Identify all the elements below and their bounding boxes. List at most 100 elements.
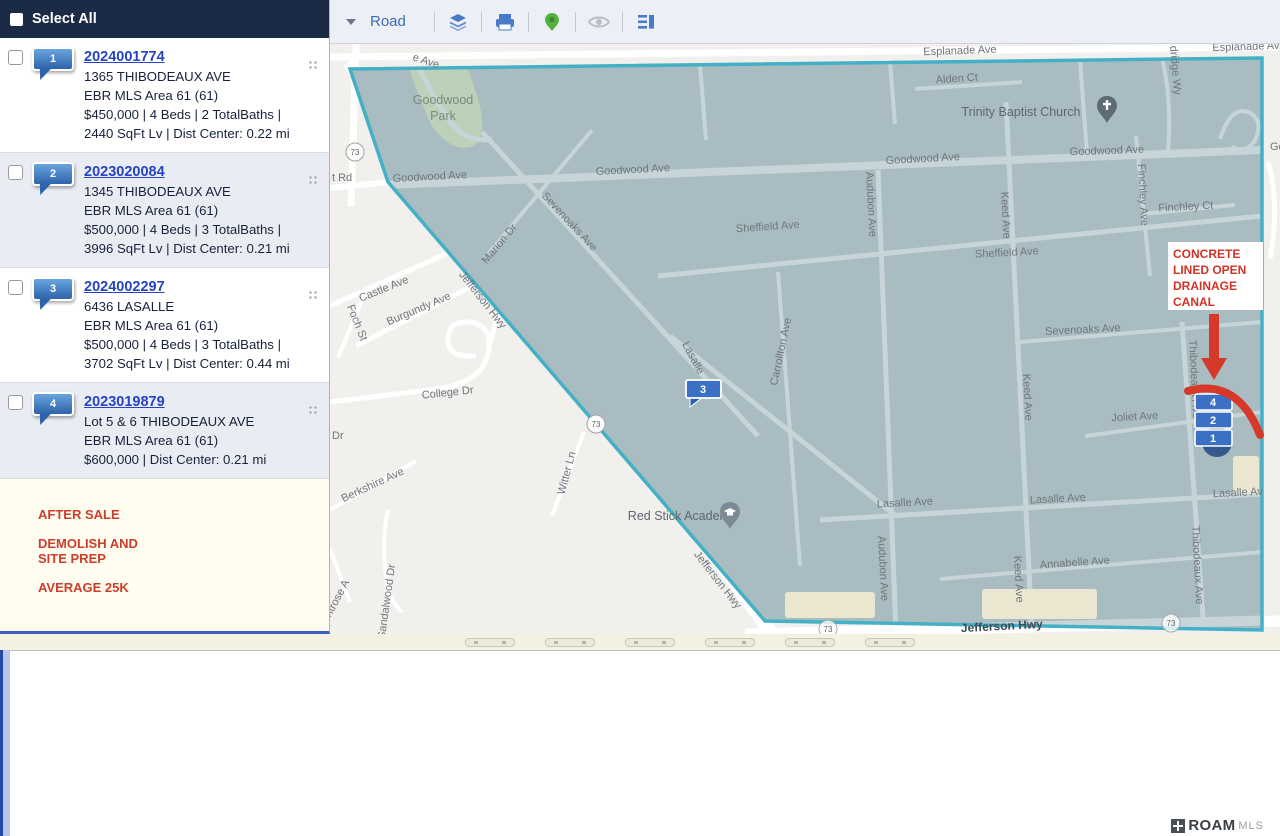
marker-number: 2 [50, 168, 56, 180]
listing-2-marker-icon: 2 [32, 162, 74, 186]
svg-text:Witter Ln: Witter Ln [556, 450, 579, 496]
listing-2-address: 1345 THIBODEAUX AVE [84, 182, 302, 201]
svg-text:73: 73 [824, 625, 833, 634]
legend-button[interactable] [633, 10, 659, 34]
listing-1-marker-icon: 1 [32, 47, 74, 71]
drag-handle-icon[interactable] [308, 175, 319, 186]
svg-text:CONCRETE: CONCRETE [1173, 247, 1240, 261]
svg-text:73: 73 [1167, 619, 1176, 628]
listing-1-mls-link[interactable]: 2024001774 [84, 49, 165, 65]
select-all-label: Select All [32, 11, 97, 27]
svg-text:Keed Ave: Keed Ave [1020, 374, 1034, 421]
svg-text:1: 1 [1210, 433, 1216, 445]
marker-number: 1 [50, 53, 56, 65]
svg-text:Berkshire Ave: Berkshire Ave [340, 466, 406, 505]
listing-4-checkbox[interactable] [8, 395, 23, 410]
scroll-handle[interactable] [545, 638, 595, 647]
svg-text:Goo: Goo [1270, 141, 1280, 153]
svg-text:Keed Ave: Keed Ave [1011, 556, 1025, 603]
svg-text:Goodwood: Goodwood [413, 93, 474, 107]
map-pin-icon [542, 11, 562, 33]
listing-2-price: $500,000 | 4 Beds | 3 TotalBaths | [84, 220, 302, 239]
svg-text:2: 2 [1210, 415, 1216, 427]
scroll-handle[interactable] [865, 638, 915, 647]
toolbar-divider [575, 12, 576, 32]
listing-4-address: Lot 5 & 6 THIBODEAUX AVE [84, 412, 302, 431]
listing-3-checkbox[interactable] [8, 280, 23, 295]
listing-2-mls-link[interactable]: 2023020084 [84, 164, 165, 180]
note-average: AVERAGE 25K [38, 580, 160, 595]
note-after-sale: AFTER SALE [38, 507, 160, 522]
table-edge-strip [0, 650, 10, 836]
visibility-button[interactable] [586, 10, 612, 34]
note-demolish: DEMOLISH AND SITE PREP [38, 536, 160, 566]
select-all-checkbox[interactable] [10, 13, 23, 26]
sidebar-annotations: AFTER SALE DEMOLISH AND SITE PREP AVERAG… [0, 479, 329, 595]
toolbar-divider [481, 12, 482, 32]
listing-1-checkbox[interactable] [8, 50, 23, 65]
listing-item-3[interactable]: 3 2024002297 6436 LASALLE EBR MLS Area 6… [0, 268, 329, 383]
svg-text:Castle Ave: Castle Ave [357, 274, 410, 305]
select-all-bar: Select All [0, 0, 329, 38]
listing-1-price: $450,000 | 4 Beds | 2 TotalBaths | [84, 105, 302, 124]
listing-3-price: $500,000 | 4 Beds | 3 TotalBaths | [84, 335, 302, 354]
marker-number: 4 [50, 398, 56, 410]
scroll-handle[interactable] [785, 638, 835, 647]
listing-3-address: 6436 LASALLE [84, 297, 302, 316]
eye-icon [587, 11, 611, 33]
scroll-handle[interactable] [625, 638, 675, 647]
svg-text:3: 3 [700, 384, 706, 396]
toolbar-divider [528, 12, 529, 32]
listing-2-checkbox[interactable] [8, 165, 23, 180]
listing-3-area: EBR MLS Area 61 (61) [84, 316, 302, 335]
printer-icon [494, 11, 516, 33]
brand-suffix: MLS [1238, 820, 1264, 832]
results-table-panel: ? Status Subdiv Pics MLS# Address Area C… [0, 650, 1280, 836]
column-resize-strip [0, 634, 1280, 650]
scroll-handle[interactable] [705, 638, 755, 647]
svg-text:Esplanade Av: Esplanade Av [1212, 44, 1280, 54]
print-button[interactable] [492, 10, 518, 34]
listing-4-area: EBR MLS Area 61 (61) [84, 431, 302, 450]
listing-4-mls-link[interactable]: 2023019879 [84, 394, 165, 410]
map-style-label[interactable]: Road [370, 13, 406, 30]
svg-text:Joliet Ave: Joliet Ave [1111, 410, 1158, 424]
scroll-handle[interactable] [465, 638, 515, 647]
svg-text:t Rd: t Rd [332, 172, 352, 184]
drag-handle-icon[interactable] [308, 60, 319, 71]
listing-3-sqft: 3702 SqFt Lv | Dist Center: 0.44 mi [84, 354, 302, 373]
layers-button[interactable] [445, 10, 471, 34]
listing-item-1[interactable]: 1 2024001774 1365 THIBODEAUX AVE EBR MLS… [0, 38, 329, 153]
listing-item-4[interactable]: 4 2023019879 Lot 5 & 6 THIBODEAUX AVE EB… [0, 383, 329, 479]
listings-panel: Select All 1 2024001774 1365 THIBODEAUX … [0, 0, 330, 634]
pin-drop-button[interactable] [539, 10, 565, 34]
listing-3-marker-icon: 3 [32, 277, 74, 301]
svg-text:College Dr: College Dr [421, 384, 474, 401]
roam-logo-icon [1171, 819, 1185, 833]
listing-1-address: 1365 THIBODEAUX AVE [84, 67, 302, 86]
svg-text:Esplanade Ave: Esplanade Ave [923, 44, 997, 58]
listing-item-2[interactable]: 2 2023020084 1345 THIBODEAUX AVE EBR MLS… [0, 153, 329, 268]
toolbar-divider [434, 12, 435, 32]
marker-number: 3 [50, 283, 56, 295]
svg-text:Park: Park [430, 109, 456, 123]
svg-text:4: 4 [1210, 397, 1217, 409]
roam-mls-logo: ROAM MLS [1169, 817, 1266, 834]
map-toolbar: Road [330, 0, 1280, 44]
map-region: Road [330, 0, 1280, 636]
svg-text:73: 73 [592, 420, 601, 429]
svg-text:73: 73 [351, 148, 360, 157]
listing-3-mls-link[interactable]: 2024002297 [84, 279, 165, 295]
svg-text:CANAL: CANAL [1173, 295, 1215, 309]
map-marker-1[interactable]: 1 [1195, 430, 1232, 446]
map-style-dropdown-icon[interactable] [346, 19, 356, 25]
drag-handle-icon[interactable] [308, 290, 319, 301]
brand-name: ROAM [1188, 817, 1235, 834]
svg-text:Burgundy Ave: Burgundy Ave [385, 290, 453, 328]
listing-2-area: EBR MLS Area 61 (61) [84, 201, 302, 220]
svg-text:LINED OPEN: LINED OPEN [1173, 263, 1246, 277]
drag-handle-icon[interactable] [308, 405, 319, 416]
mls-map-screen: Select All 1 2024001774 1365 THIBODEAUX … [0, 0, 1280, 836]
map-marker-2[interactable]: 2 [1195, 412, 1232, 428]
map-canvas[interactable]: Esplanade Ave Esplanade Av e Ave t Rd Dr… [330, 44, 1280, 636]
